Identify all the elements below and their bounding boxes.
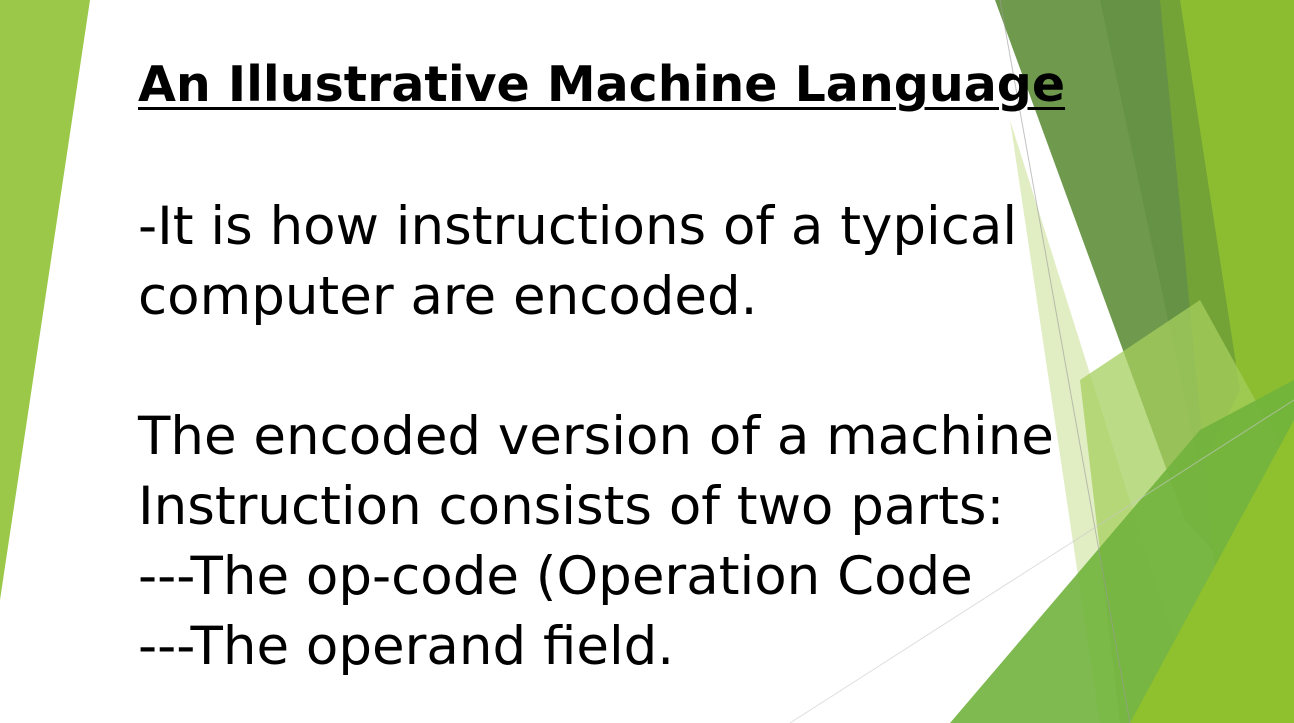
detail-line-2: Instruction consists of two parts:: [138, 476, 1005, 537]
slide: An Illustrative Machine Language -It is …: [0, 0, 1294, 723]
operand-bullet: ---The operand field.: [138, 616, 675, 677]
opcode-bullet: ---The op-code (Operation Code: [138, 546, 973, 607]
slide-content: An Illustrative Machine Language -It is …: [138, 50, 1068, 682]
intro-line-1: -It is how instructions of a typical: [138, 196, 1018, 257]
left-green-stripe: [0, 0, 90, 600]
intro-line-2: computer are encoded.: [138, 266, 758, 327]
detail-line-1: The encoded version of a machine: [138, 406, 1054, 467]
slide-title: An Illustrative Machine Language: [138, 56, 1066, 113]
